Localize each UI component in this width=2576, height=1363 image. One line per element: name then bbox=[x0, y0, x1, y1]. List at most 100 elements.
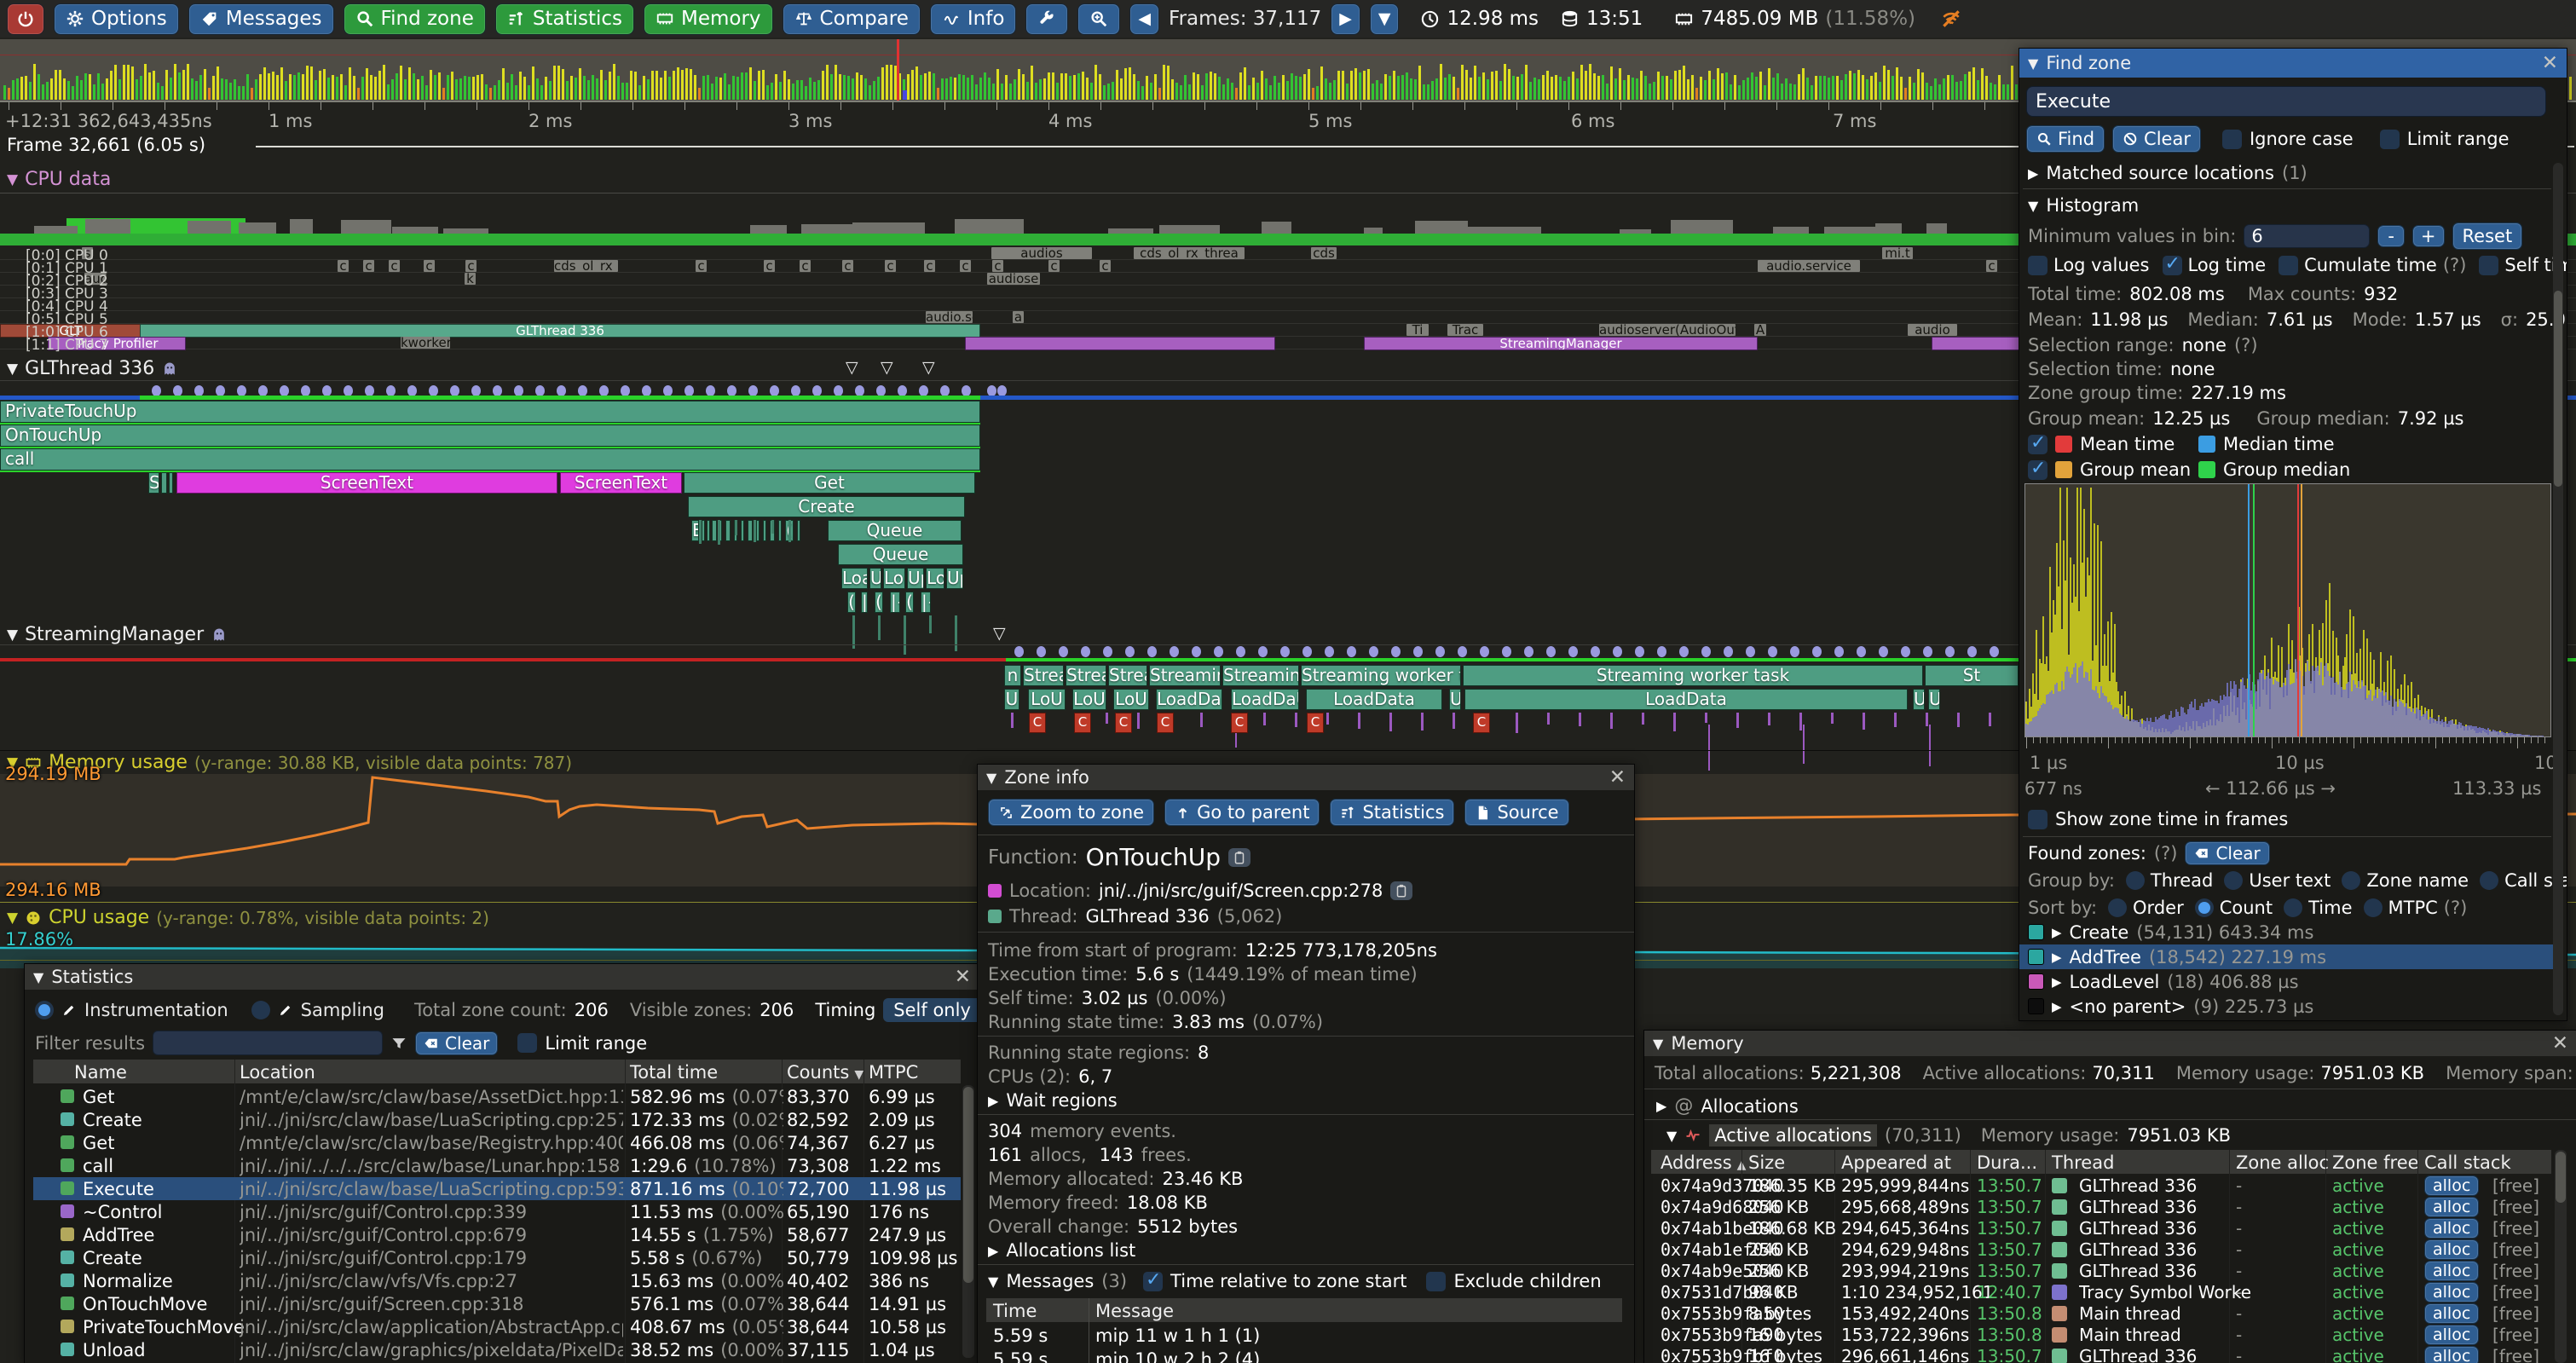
zone-bar[interactable]: Get bbox=[684, 472, 975, 494]
sample-dot[interactable] bbox=[1037, 646, 1046, 657]
cpu-timeline-segment[interactable]: audiose bbox=[987, 273, 1040, 285]
sample-dot[interactable] bbox=[1014, 646, 1024, 657]
frame-set-dropdown-button[interactable]: ▼ bbox=[1370, 3, 1400, 35]
zone-bar[interactable]: Up bbox=[946, 568, 963, 589]
table-row[interactable]: 0x7553b9fbf016 bytes296,661,146ns13:50.7… bbox=[1651, 1346, 2551, 1363]
memory-scroll-thumb[interactable] bbox=[2556, 1152, 2566, 1203]
sample-dot[interactable] bbox=[1812, 646, 1822, 657]
found-zone-row[interactable]: ▶Create(54,131) 643.34 ms bbox=[2019, 920, 2563, 944]
table-row[interactable]: 0x7553b9fa508 bytes153,492,240ns13:50.8M… bbox=[1651, 1303, 2551, 1325]
lock-marker[interactable] bbox=[1389, 713, 1392, 731]
cpu-timeline-segment[interactable]: c bbox=[960, 260, 971, 272]
alloc-callstack-button[interactable]: alloc bbox=[2424, 1175, 2479, 1196]
statistics-button[interactable]: Statistics bbox=[495, 3, 634, 35]
group-by-radio-call-stacks[interactable] bbox=[2480, 871, 2498, 890]
collapsed-call-box[interactable]: C bbox=[1307, 713, 1324, 733]
zone-bar[interactable]: |~ bbox=[890, 592, 900, 613]
lock-marker[interactable] bbox=[1106, 713, 1108, 724]
sample-dot[interactable] bbox=[1923, 646, 1932, 657]
collapsed-call-box[interactable]: C bbox=[1029, 713, 1046, 733]
zone-bar[interactable] bbox=[161, 472, 167, 494]
cpu-timeline-segment[interactable]: c bbox=[800, 260, 811, 272]
limit-range-checkbox[interactable] bbox=[517, 1033, 537, 1053]
sample-dot[interactable] bbox=[1990, 646, 1999, 657]
cpu-timeline-segment[interactable]: StreamingManager bbox=[1364, 337, 1758, 350]
lock-marker[interactable] bbox=[1705, 713, 1707, 723]
cpu-timeline-segment[interactable]: A bbox=[1754, 324, 1766, 336]
sort-by-radio-count[interactable] bbox=[2195, 898, 2214, 917]
cpu-timeline-segment[interactable]: cds_ol_rx_thr bbox=[554, 260, 618, 272]
zone-bar[interactable]: LoadDaU bbox=[1156, 689, 1222, 710]
cpu-timeline-segment[interactable]: k bbox=[465, 273, 476, 285]
lock-marker[interactable] bbox=[1673, 713, 1676, 731]
cpu-timeline-segment[interactable]: cds_ol_rx_threa bbox=[1134, 247, 1245, 259]
message-row[interactable]: 5.59 smip 11 w 1 h 1 (1) bbox=[986, 1325, 1622, 1349]
active-allocations-row[interactable]: ▼Active allocations(70,311)Memory usage:… bbox=[1666, 1124, 2231, 1146]
lock-marker[interactable] bbox=[1137, 713, 1140, 729]
collapsed-zone-marker[interactable]: ▽ bbox=[993, 624, 1006, 643]
sample-dot[interactable] bbox=[1059, 646, 1068, 657]
zone-bar[interactable]: Loa bbox=[841, 568, 868, 589]
help-icon[interactable]: (?) bbox=[2444, 898, 2468, 918]
alloc-callstack-button[interactable]: alloc bbox=[2424, 1346, 2479, 1363]
memory-button[interactable]: Memory bbox=[644, 3, 773, 35]
sample-dot[interactable] bbox=[1679, 646, 1689, 657]
table-row[interactable]: 0x74ab1be040186.68 KB294,645,364ns13:50.… bbox=[1651, 1218, 2551, 1239]
cpu-timeline-segment[interactable]: c bbox=[338, 260, 349, 272]
cpu-timeline-segment[interactable]: a bbox=[1013, 311, 1024, 323]
glthread-header[interactable]: ▼GLThread 336 bbox=[7, 358, 178, 379]
zone-bar-fullwidth[interactable]: call bbox=[0, 448, 980, 471]
sample-dot[interactable] bbox=[1103, 646, 1112, 657]
table-row[interactable]: ~Controljni/../jni/src/guif/Control.cpp:… bbox=[33, 1200, 961, 1223]
lock-marker[interactable] bbox=[1453, 713, 1455, 729]
zone-bar[interactable]: Lo bbox=[926, 568, 944, 589]
lock-marker[interactable] bbox=[1736, 713, 1739, 728]
sample-dot[interactable] bbox=[1302, 646, 1312, 657]
sample-dot[interactable] bbox=[1790, 646, 1799, 657]
lock-marker[interactable] bbox=[1358, 713, 1360, 729]
help-icon[interactable]: (?) bbox=[2154, 843, 2178, 863]
table-row[interactable]: 0x7553b9fa9016 bytes153,722,396ns13:50.8… bbox=[1651, 1325, 2551, 1346]
lock-marker[interactable] bbox=[1768, 713, 1770, 725]
sample-dot[interactable] bbox=[1613, 646, 1622, 657]
prev-frame-button[interactable]: ◀ bbox=[1129, 3, 1159, 35]
zone-bar[interactable]: Streaming bbox=[1149, 665, 1221, 686]
alloc-callstack-button[interactable]: alloc bbox=[2424, 1282, 2479, 1302]
lock-marker[interactable] bbox=[1957, 713, 1960, 727]
found-zone-row[interactable]: ▶<no parent>(9) 225.73 µs bbox=[2019, 994, 2563, 1019]
zone-bar[interactable]: Loi bbox=[883, 568, 905, 589]
zone-bar[interactable] bbox=[778, 520, 782, 541]
help-icon[interactable]: (?) bbox=[2234, 335, 2258, 355]
zone-bar[interactable]: U bbox=[1449, 689, 1461, 710]
table-row[interactable]: 0x74ab9e5040256 KB293,994,219ns13:50.7GL… bbox=[1651, 1261, 2551, 1282]
zone-bar[interactable]: Streaming bbox=[1222, 665, 1299, 686]
alloc-callstack-button[interactable]: alloc bbox=[2424, 1303, 2479, 1324]
cpu-timeline-segment[interactable]: cds bbox=[1311, 247, 1337, 259]
clear-button[interactable]: Clear bbox=[2112, 125, 2201, 153]
cpu-timeline-segment[interactable]: audioserver(AudioOut_D) bbox=[1599, 324, 1736, 336]
sample-dot[interactable] bbox=[1857, 646, 1866, 657]
cpu-timeline-segment[interactable]: c bbox=[696, 260, 707, 272]
copy-button[interactable] bbox=[1228, 848, 1250, 867]
next-frame-button[interactable]: ▶ bbox=[1331, 3, 1360, 35]
options-button[interactable]: Options bbox=[54, 3, 179, 35]
table-row[interactable]: PrivateTouchMovejni/../jni/src/claw/appl… bbox=[33, 1315, 961, 1338]
cpu-timeline-segment[interactable] bbox=[965, 337, 1275, 350]
lock-marker[interactable] bbox=[1421, 713, 1424, 731]
zone-bar[interactable] bbox=[707, 520, 710, 541]
sample-dot[interactable] bbox=[1170, 646, 1179, 657]
find-zone-scroll-thumb[interactable] bbox=[2554, 291, 2562, 487]
cpu-timeline-segment[interactable]: c bbox=[465, 260, 477, 272]
zone-bar[interactable]: ScreenText bbox=[560, 472, 682, 494]
zone-bar[interactable]: Streaming worker tas bbox=[1301, 665, 1461, 686]
group-by-radio-thread[interactable] bbox=[2126, 871, 2145, 890]
find-zone-button[interactable]: Find zone bbox=[344, 3, 486, 35]
close-icon[interactable]: ✕ bbox=[955, 966, 971, 988]
zone-bar-fullwidth[interactable]: PrivateTouchUp bbox=[0, 401, 980, 423]
lock-marker[interactable] bbox=[1894, 713, 1897, 727]
cpu-timeline-segment[interactable]: c bbox=[424, 260, 435, 272]
sample-dot[interactable] bbox=[1635, 646, 1644, 657]
tools-button[interactable] bbox=[1025, 3, 1068, 35]
sample-dot[interactable] bbox=[1480, 646, 1489, 657]
table-row[interactable]: 0x74a9d37040186.35 KB295,999,844ns13:50.… bbox=[1651, 1175, 2551, 1197]
